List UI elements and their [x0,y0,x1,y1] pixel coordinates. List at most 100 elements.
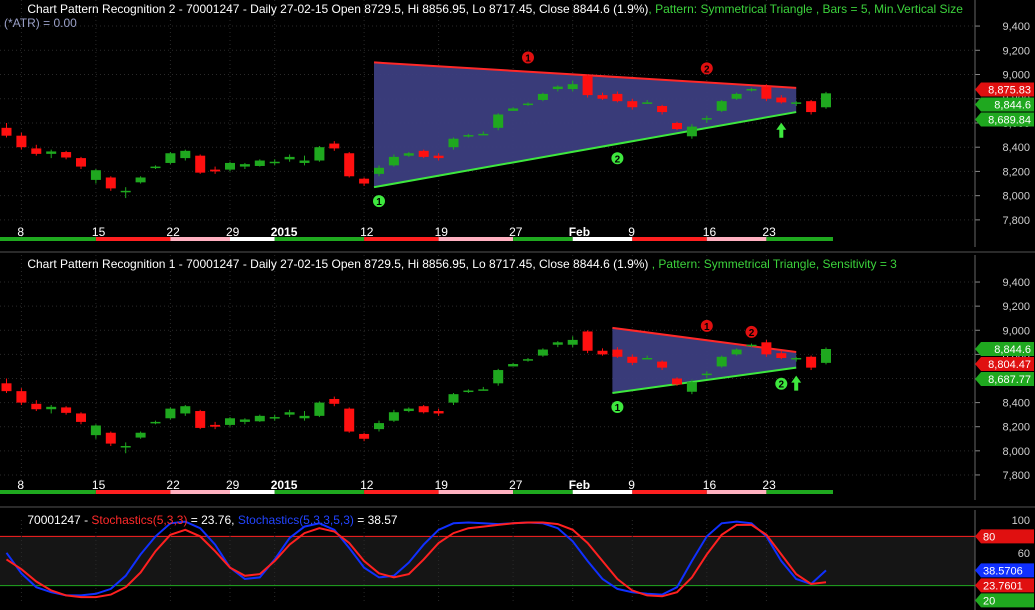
x-tick-label: 2015 [271,478,298,492]
candle-body [597,95,608,99]
x-tick-label: 19 [435,225,449,239]
stoch-band-area [0,536,975,586]
candle-body [746,344,757,347]
x-tick-label: 8 [17,225,24,239]
candle-body [761,86,772,99]
date-band [0,490,96,494]
price-label-text: 8,844.6 [994,100,1031,112]
candle-body [627,356,638,363]
candle-body [612,93,623,102]
candle-body [716,356,727,367]
candle-body [463,390,474,393]
candle-body [418,406,429,413]
candle-body [16,391,27,403]
y-tick-label: 60 [1018,548,1030,560]
stoch-label-text: 38.5706 [983,565,1023,577]
marker-label: 2 [749,328,755,339]
stoch-d-name: Stochastics(5,3,3,5,3) [238,513,354,527]
stoch-k-value: = 23.76, [187,513,237,527]
candle-body [478,133,489,136]
candle-body [821,93,831,108]
candle-body [76,413,86,422]
candle [716,355,727,368]
date-band [0,237,96,241]
candle-body [508,364,519,367]
date-band [766,237,833,241]
y-tick-label: 8,000 [1002,446,1030,458]
candle-body [493,114,504,128]
price-labels: 8,844.6 8,804.47 8,687.77 [975,341,1034,386]
x-tick-label: 23 [762,225,776,239]
stoch-value-label: 20 [975,593,1034,608]
candle-body [359,433,370,439]
price-label-text: 8,687.77 [988,374,1031,386]
candle-body [448,138,459,148]
candle-body [299,160,310,163]
candle-body [46,151,57,154]
candle-body [731,349,742,355]
candle-body [374,423,384,430]
marker-label: 2 [704,64,710,75]
price-label-text: 8,689.84 [988,115,1031,127]
x-tick-label: 23 [762,478,776,492]
stoch-label-text: 23.7601 [983,580,1023,592]
candle-body [46,406,57,410]
marker-label: 1 [376,197,382,208]
candle [537,348,548,357]
candle-body [135,432,146,438]
marker-label: 1 [704,322,710,333]
candle-body [418,150,429,157]
date-band [95,237,171,241]
x-tick-label: 19 [435,478,449,492]
candle-body [269,161,280,164]
candle-body [493,370,504,384]
candle-body [686,382,697,392]
x-tick-label: 27 [509,478,523,492]
candle-body [31,148,42,154]
stoch-title: 70001247 - Stochastics(5,3,3) = 23.76, S… [4,513,414,527]
candle [761,84,772,102]
candle-body [701,373,712,376]
candle-body [448,394,459,403]
candle [314,401,325,418]
candle [195,409,206,430]
candle-body [388,412,399,421]
candle-body [150,421,161,424]
price-label-text: 8,804.47 [988,359,1031,371]
x-tick-label: 12 [360,478,374,492]
candle-body [582,331,593,351]
stoch-d-value: = 38.57 [354,513,398,527]
candle-body [150,166,161,169]
candle [165,152,176,165]
candle [165,407,176,420]
candle-body [552,86,563,90]
candle [716,99,727,113]
candle-body [329,143,340,149]
candle-body [597,350,608,355]
candle-body [180,406,191,414]
candle-body [344,408,355,432]
candle-body [180,150,191,159]
candle-body [254,160,265,166]
y-tick-label: 9,400 [1002,277,1030,289]
candle-body [776,353,787,358]
candle-body [1,127,12,136]
candle-body [120,446,131,448]
y-tick-label: 7,800 [1002,215,1030,227]
stoch-value-label: 38.5706 [975,563,1034,578]
stoch-k-name: Stochastics(5,3,3) [91,513,187,527]
candle-body [508,108,519,111]
x-tick-label: 8 [17,478,24,492]
price-label: 8,804.47 [975,356,1034,371]
x-tick-label: 16 [703,478,717,492]
x-tick-label: 22 [166,225,180,239]
candle-body [463,135,474,137]
date-band [438,237,514,241]
candle [493,113,504,131]
ticker-title: Chart Pattern Recognition 2 - 70001247 -… [27,2,648,16]
x-tick-label: 15 [92,225,106,239]
price-labels: 8,875.83 8,844.6 8,689.84 [975,82,1034,127]
candle-body [567,339,578,345]
x-tick-label: 12 [360,225,374,239]
candle-body [284,156,295,160]
